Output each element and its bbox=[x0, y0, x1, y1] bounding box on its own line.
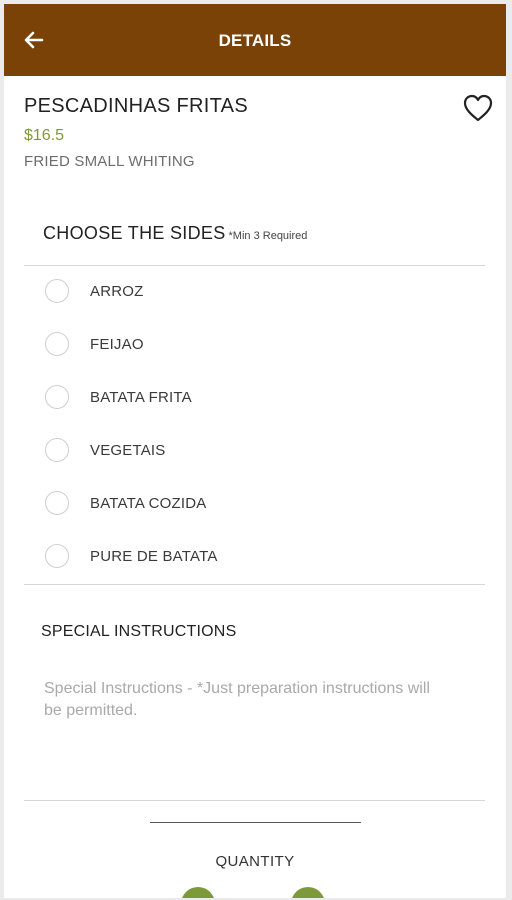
side-option-batata-frita[interactable]: BATATA FRITA bbox=[44, 382, 464, 414]
special-instructions-title: SPECIAL INSTRUCTIONS bbox=[41, 623, 237, 640]
side-option-arroz[interactable]: ARROZ bbox=[44, 276, 464, 308]
item-name: PESCADINHAS FRITAS bbox=[24, 95, 248, 117]
side-option-label: BATATA COZIDA bbox=[90, 495, 207, 512]
heart-outline-icon[interactable] bbox=[462, 93, 494, 123]
side-option-label: VEGETAIS bbox=[90, 442, 166, 459]
screen: DETAILS PESCADINHAS FRITAS $16.5 FRIED S… bbox=[4, 4, 506, 898]
sides-requirement: *Min 3 Required bbox=[228, 230, 308, 242]
sides-section-title: CHOOSE THE SIDES *Min 3 Required bbox=[43, 223, 307, 244]
radio-button[interactable] bbox=[45, 491, 69, 515]
side-option-vegetais[interactable]: VEGETAIS bbox=[44, 435, 464, 467]
side-option-label: ARROZ bbox=[90, 283, 144, 300]
quantity-increase-button[interactable] bbox=[291, 887, 325, 898]
side-option-batata-cozida[interactable]: BATATA COZIDA bbox=[44, 488, 464, 520]
radio-button[interactable] bbox=[45, 332, 69, 356]
special-instructions-input[interactable] bbox=[38, 672, 458, 792]
side-option-label: BATATA FRITA bbox=[90, 389, 192, 406]
divider bbox=[24, 265, 485, 266]
divider bbox=[24, 584, 485, 585]
radio-button[interactable] bbox=[45, 279, 69, 303]
item-price: $16.5 bbox=[24, 127, 65, 144]
radio-button[interactable] bbox=[45, 438, 69, 462]
quantity-decrease-button[interactable] bbox=[181, 887, 215, 898]
radio-button[interactable] bbox=[45, 385, 69, 409]
side-option-pure-de-batata[interactable]: PURE DE BATATA bbox=[44, 541, 464, 573]
radio-button[interactable] bbox=[45, 544, 69, 568]
sides-title-text: CHOOSE THE SIDES bbox=[43, 223, 226, 243]
side-option-feijao[interactable]: FEIJAO bbox=[44, 329, 464, 361]
item-description: FRIED SMALL WHITING bbox=[24, 153, 195, 170]
app-header: DETAILS bbox=[4, 4, 506, 76]
divider bbox=[150, 822, 361, 823]
quantity-label: QUANTITY bbox=[215, 853, 295, 870]
divider bbox=[24, 800, 485, 801]
side-option-label: PURE DE BATATA bbox=[90, 548, 218, 565]
side-option-label: FEIJAO bbox=[90, 336, 144, 353]
page-title: DETAILS bbox=[218, 31, 292, 50]
